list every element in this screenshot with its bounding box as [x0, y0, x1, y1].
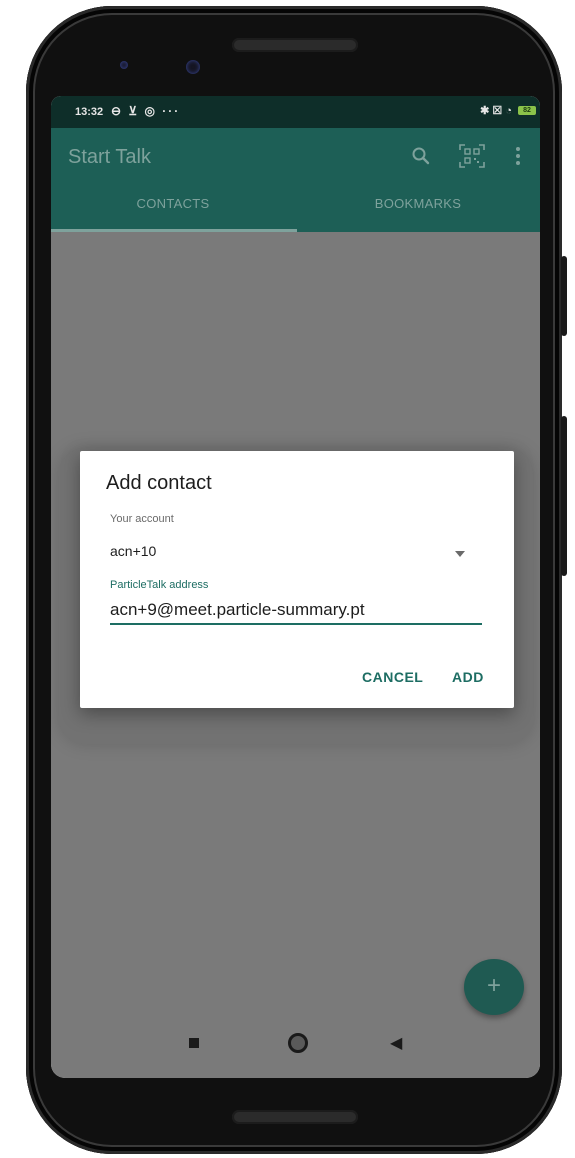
add-fab-button[interactable]: + [464, 959, 524, 1015]
bottom-speaker [232, 1110, 358, 1124]
status-left-icons: ⊖ ⊻ ◎ ··· [111, 104, 181, 118]
status-bar: 13:32 ⊖ ⊻ ◎ ··· ✱ ☒ ◔ 82 [51, 96, 540, 128]
more-vert-icon[interactable] [515, 146, 521, 171]
address-input[interactable] [110, 597, 482, 625]
battery-icon: 82 [518, 106, 536, 115]
front-camera-right [186, 60, 200, 74]
dialog-title: Add contact [106, 472, 212, 494]
add-contact-dialog: Add contact Your account acn+10 Particle… [80, 451, 514, 708]
navigation-bar: ◀ [51, 1008, 540, 1078]
account-select[interactable]: acn+10 [110, 543, 470, 559]
app-title: Start Talk [68, 146, 151, 168]
recents-button[interactable] [189, 1038, 199, 1048]
front-camera-left [120, 61, 128, 69]
add-button[interactable]: ADD [452, 669, 484, 685]
status-right-icons: ✱ ☒ ◔ 82 [480, 104, 536, 117]
status-time: 13:32 [75, 106, 104, 118]
address-label: ParticleTalk address [110, 579, 209, 591]
app-bar: Start Talk CONTACTS BOOKMARKS [51, 128, 540, 232]
tab-bookmarks[interactable]: BOOKMARKS [296, 196, 540, 211]
volume-button [561, 416, 567, 576]
cancel-button[interactable]: CANCEL [362, 669, 423, 685]
status-symbols: ✱ ☒ ◔ [480, 105, 512, 117]
back-button[interactable]: ◀ [390, 1033, 402, 1053]
search-icon[interactable] [411, 146, 431, 171]
top-speaker [232, 38, 358, 52]
account-label: Your account [110, 513, 174, 525]
qr-code-icon[interactable] [459, 144, 485, 173]
dropdown-arrow-icon[interactable] [455, 551, 465, 557]
tab-contacts[interactable]: CONTACTS [51, 196, 295, 211]
power-button [561, 256, 567, 336]
home-button[interactable] [288, 1033, 308, 1053]
